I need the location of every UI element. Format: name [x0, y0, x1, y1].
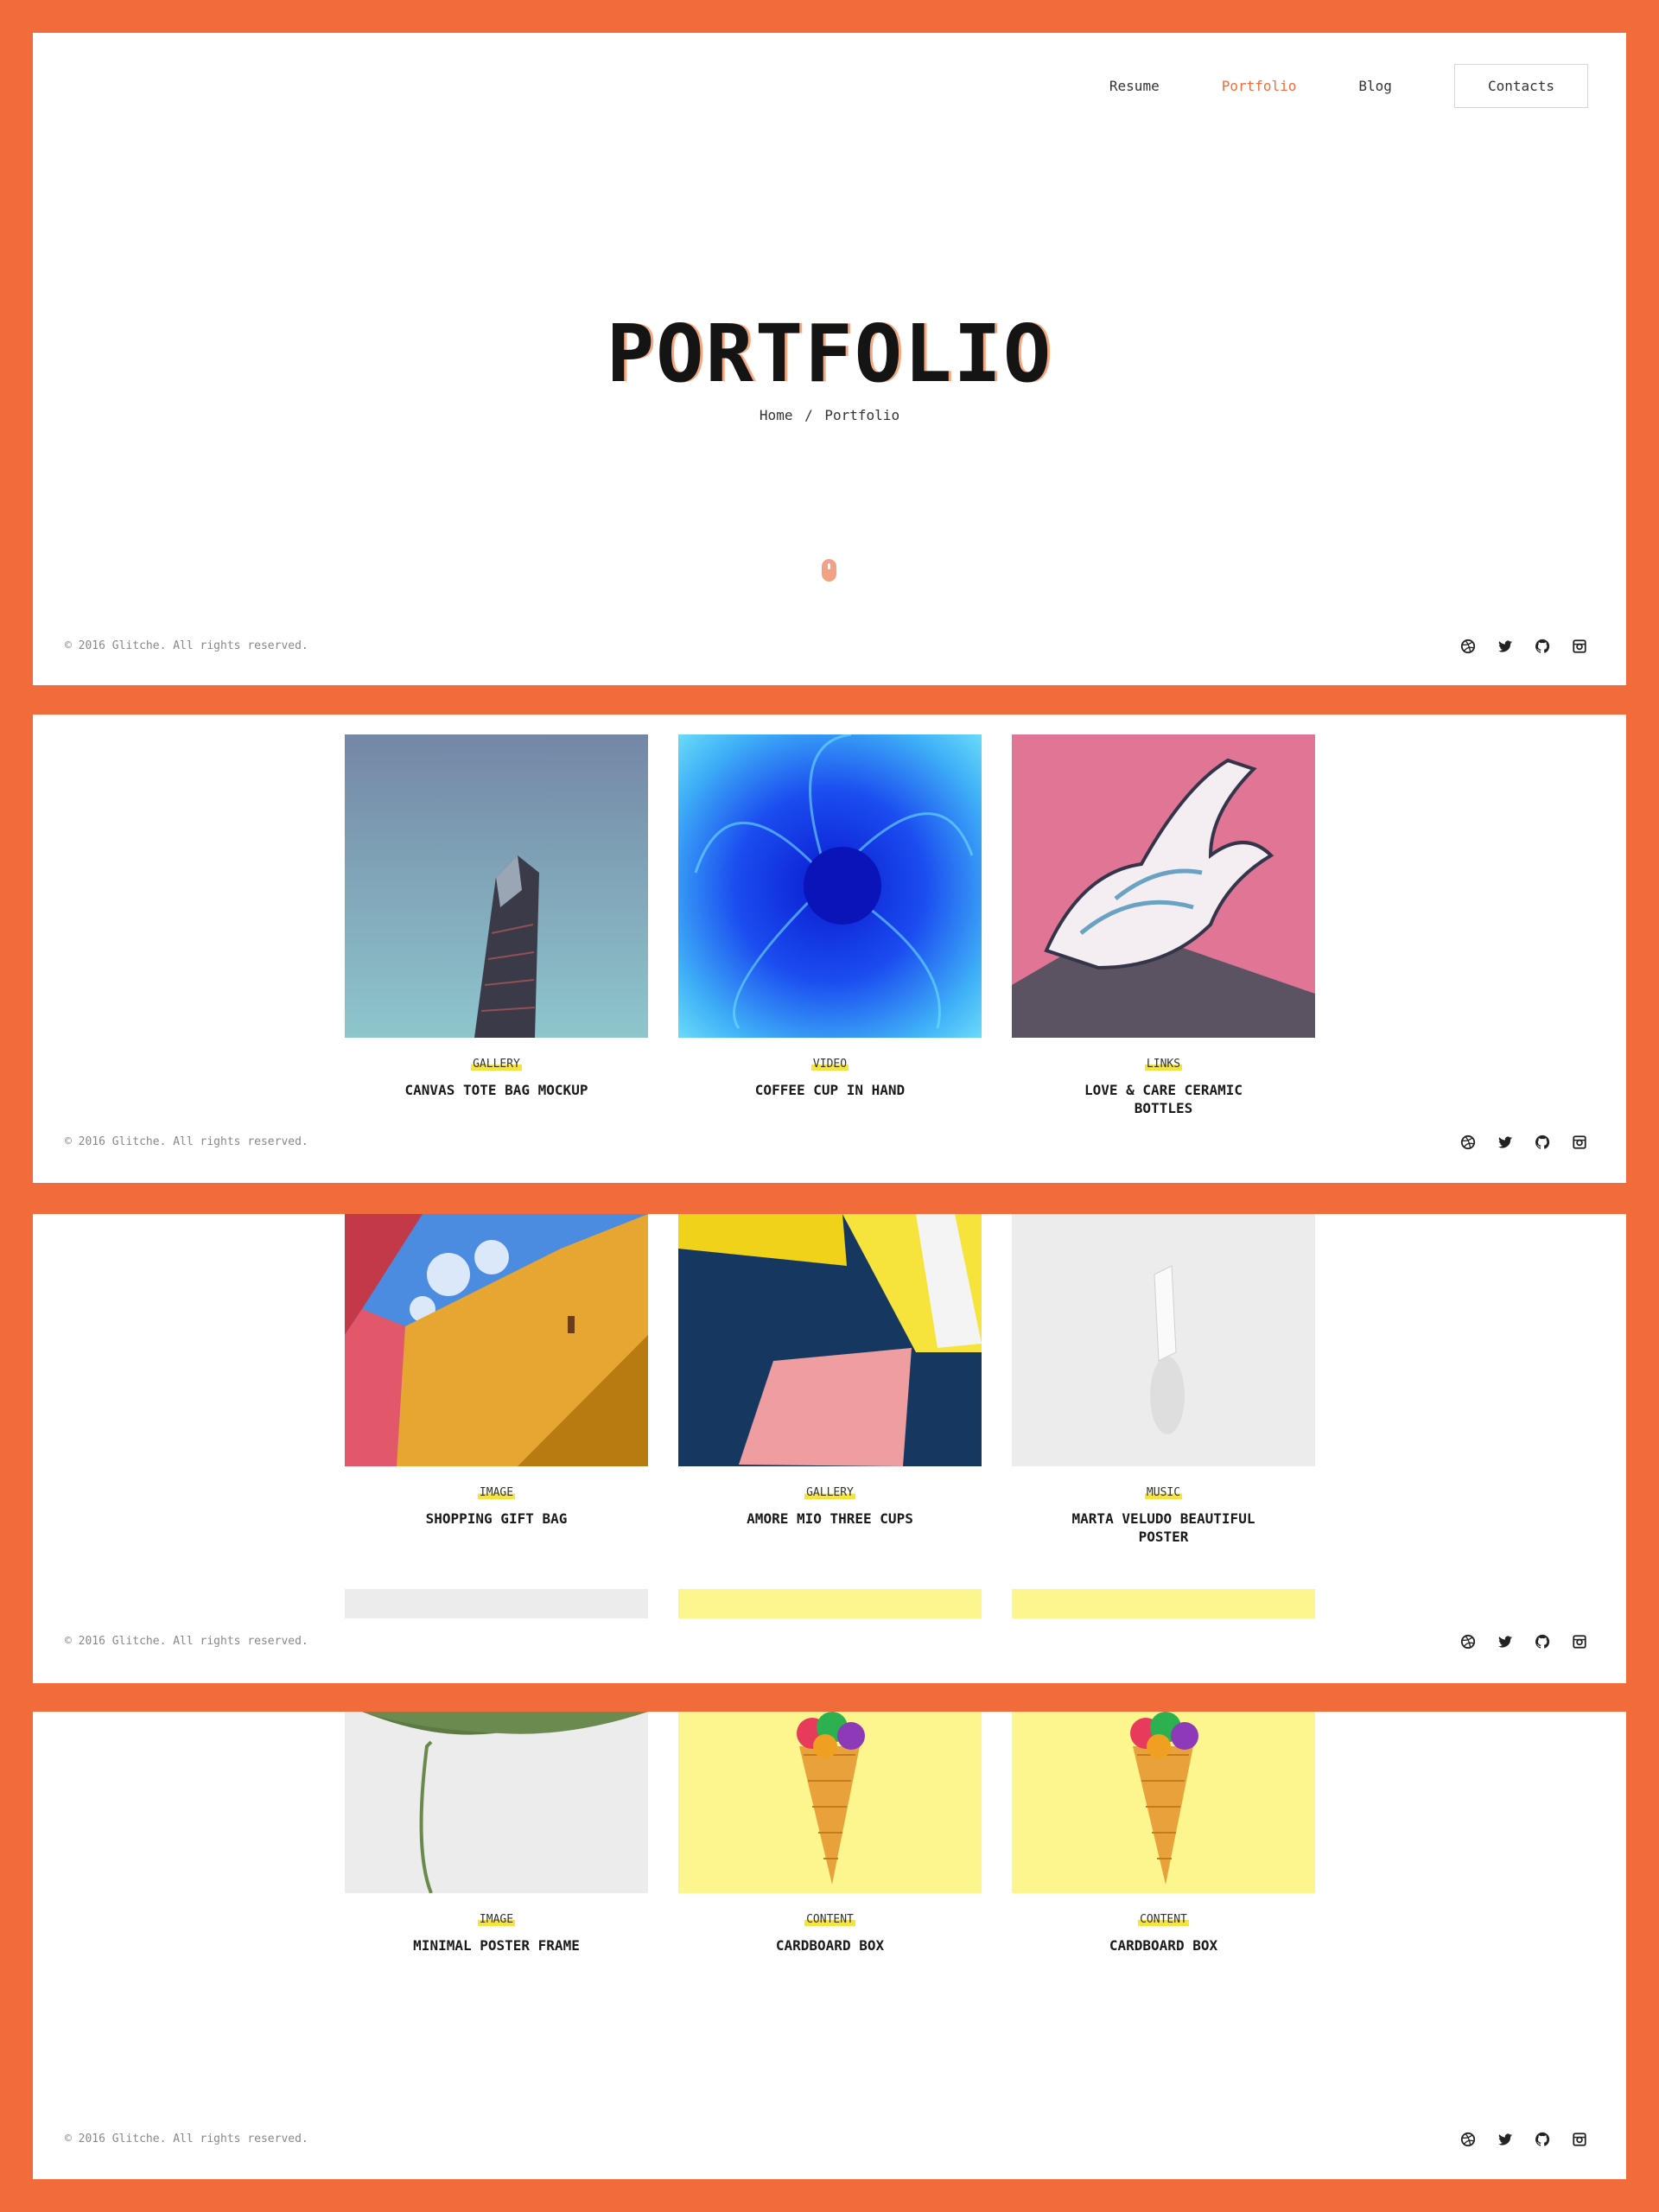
main-nav: Resume Portfolio Blog Contacts [1047, 64, 1588, 108]
dribbble-icon[interactable] [1459, 1134, 1477, 1151]
footer-copyright: © 2016 Glitche. All rights reserved. [65, 1135, 308, 1148]
portfolio-panel-3: IMAGE MINIMAL POSTER FRAME CONTENT CARDB… [33, 1712, 1626, 2179]
portfolio-image-white-object[interactable] [1012, 1214, 1315, 1466]
github-icon[interactable] [1534, 1633, 1551, 1650]
portfolio-item[interactable]: IMAGE MINIMAL POSTER FRAME [345, 1712, 648, 1955]
social-links [1440, 2131, 1588, 2148]
portfolio-tag[interactable]: IMAGE [477, 1913, 516, 1926]
portfolio-title[interactable]: SHOPPING GIFT BAG [402, 1510, 592, 1528]
portfolio-title[interactable]: CANVAS TOTE BAG MOCKUP [402, 1081, 592, 1099]
portfolio-tag[interactable]: GALLERY [471, 1058, 522, 1071]
portfolio-image-leaf[interactable] [345, 1712, 648, 1893]
social-links [1440, 1633, 1588, 1650]
page-title: PORTFOLIO [606, 308, 1053, 400]
instagram-icon[interactable] [1571, 1633, 1588, 1650]
portfolio-image-hand-mural[interactable] [1012, 734, 1315, 1038]
twitter-icon[interactable] [1497, 1633, 1514, 1650]
hero-panel: Resume Portfolio Blog Contacts PORTFOLIO… [33, 33, 1626, 685]
portfolio-item[interactable]: MUSIC MARTA VELUDO BEAUTIFUL POSTER [1012, 1214, 1315, 1546]
nav-resume[interactable]: Resume [1109, 78, 1160, 94]
portfolio-title[interactable]: LOVE & CARE CERAMIC BOTTLES [1069, 1081, 1259, 1117]
breadcrumb-current: Portfolio [824, 407, 900, 423]
footer-copyright: © 2016 Glitche. All rights reserved. [65, 639, 308, 652]
portfolio-image-blue-swirl[interactable] [678, 734, 982, 1038]
portfolio-tag[interactable]: CONTENT [1138, 1913, 1189, 1926]
portfolio-tag[interactable]: VIDEO [810, 1058, 849, 1071]
portfolio-title[interactable]: MARTA VELUDO BEAUTIFUL POSTER [1069, 1510, 1259, 1546]
breadcrumb-home[interactable]: Home [760, 407, 793, 423]
portfolio-title[interactable]: MINIMAL POSTER FRAME [402, 1936, 592, 1955]
portfolio-image-orange-building[interactable] [345, 1214, 648, 1466]
portfolio-image-ice-cream-cone[interactable] [678, 1712, 982, 1893]
portfolio-title[interactable]: COFFEE CUP IN HAND [735, 1081, 925, 1099]
portfolio-tag[interactable]: GALLERY [804, 1486, 855, 1499]
portfolio-tag[interactable]: CONTENT [804, 1913, 855, 1926]
portfolio-item[interactable]: CONTENT CARDBOARD BOX [678, 1712, 982, 1955]
github-icon[interactable] [1534, 2131, 1551, 2148]
github-icon[interactable] [1534, 638, 1551, 655]
instagram-icon[interactable] [1571, 638, 1588, 655]
portfolio-image-ice-cream-cone[interactable] [1012, 1712, 1315, 1893]
portfolio-item[interactable]: LINKS LOVE & CARE CERAMIC BOTTLES [1012, 734, 1315, 1117]
portfolio-title[interactable]: CARDBOARD BOX [1069, 1936, 1259, 1955]
twitter-icon[interactable] [1497, 2131, 1514, 2148]
breadcrumb-separator: / [804, 407, 813, 423]
contacts-button[interactable]: Contacts [1453, 64, 1588, 108]
twitter-icon[interactable] [1497, 1134, 1514, 1151]
twitter-icon[interactable] [1497, 638, 1514, 655]
portfolio-image-tower[interactable] [345, 734, 648, 1038]
nav-blog[interactable]: Blog [1358, 78, 1392, 94]
instagram-icon[interactable] [1571, 1134, 1588, 1151]
portfolio-title[interactable]: AMORE MIO THREE CUPS [735, 1510, 925, 1528]
nav-portfolio[interactable]: Portfolio [1222, 78, 1297, 94]
social-links [1440, 1134, 1588, 1151]
portfolio-item[interactable]: VIDEO COFFEE CUP IN HAND [678, 734, 982, 1099]
footer-copyright: © 2016 Glitche. All rights reserved. [65, 1635, 308, 1648]
portfolio-tag[interactable]: MUSIC [1144, 1486, 1183, 1499]
portfolio-tag[interactable]: LINKS [1144, 1058, 1183, 1071]
portfolio-item[interactable]: GALLERY CANVAS TOTE BAG MOCKUP [345, 734, 648, 1099]
portfolio-tag[interactable]: IMAGE [477, 1486, 516, 1499]
github-icon[interactable] [1534, 1134, 1551, 1151]
portfolio-item[interactable]: IMAGE SHOPPING GIFT BAG [345, 1214, 648, 1528]
portfolio-item[interactable]: GALLERY AMORE MIO THREE CUPS [678, 1214, 982, 1528]
portfolio-image-peek[interactable] [1012, 1589, 1315, 1618]
portfolio-image-geometric-wall[interactable] [678, 1214, 982, 1466]
instagram-icon[interactable] [1571, 2131, 1588, 2148]
breadcrumb: Home / Portfolio [33, 407, 1626, 423]
dribbble-icon[interactable] [1459, 2131, 1477, 2148]
footer-copyright: © 2016 Glitche. All rights reserved. [65, 2133, 308, 2145]
portfolio-item[interactable]: CONTENT CARDBOARD BOX [1012, 1712, 1315, 1955]
dribbble-icon[interactable] [1459, 638, 1477, 655]
dribbble-icon[interactable] [1459, 1633, 1477, 1650]
portfolio-panel-1: GALLERY CANVAS TOTE BAG MOCKUP VIDEO COF… [33, 715, 1626, 1183]
portfolio-image-peek[interactable] [345, 1589, 648, 1618]
scroll-mouse-icon[interactable] [822, 559, 836, 582]
portfolio-image-peek[interactable] [678, 1589, 982, 1618]
portfolio-panel-2: IMAGE SHOPPING GIFT BAG GALLERY AMORE MI… [33, 1214, 1626, 1683]
portfolio-title[interactable]: CARDBOARD BOX [735, 1936, 925, 1955]
social-links [1440, 638, 1588, 655]
